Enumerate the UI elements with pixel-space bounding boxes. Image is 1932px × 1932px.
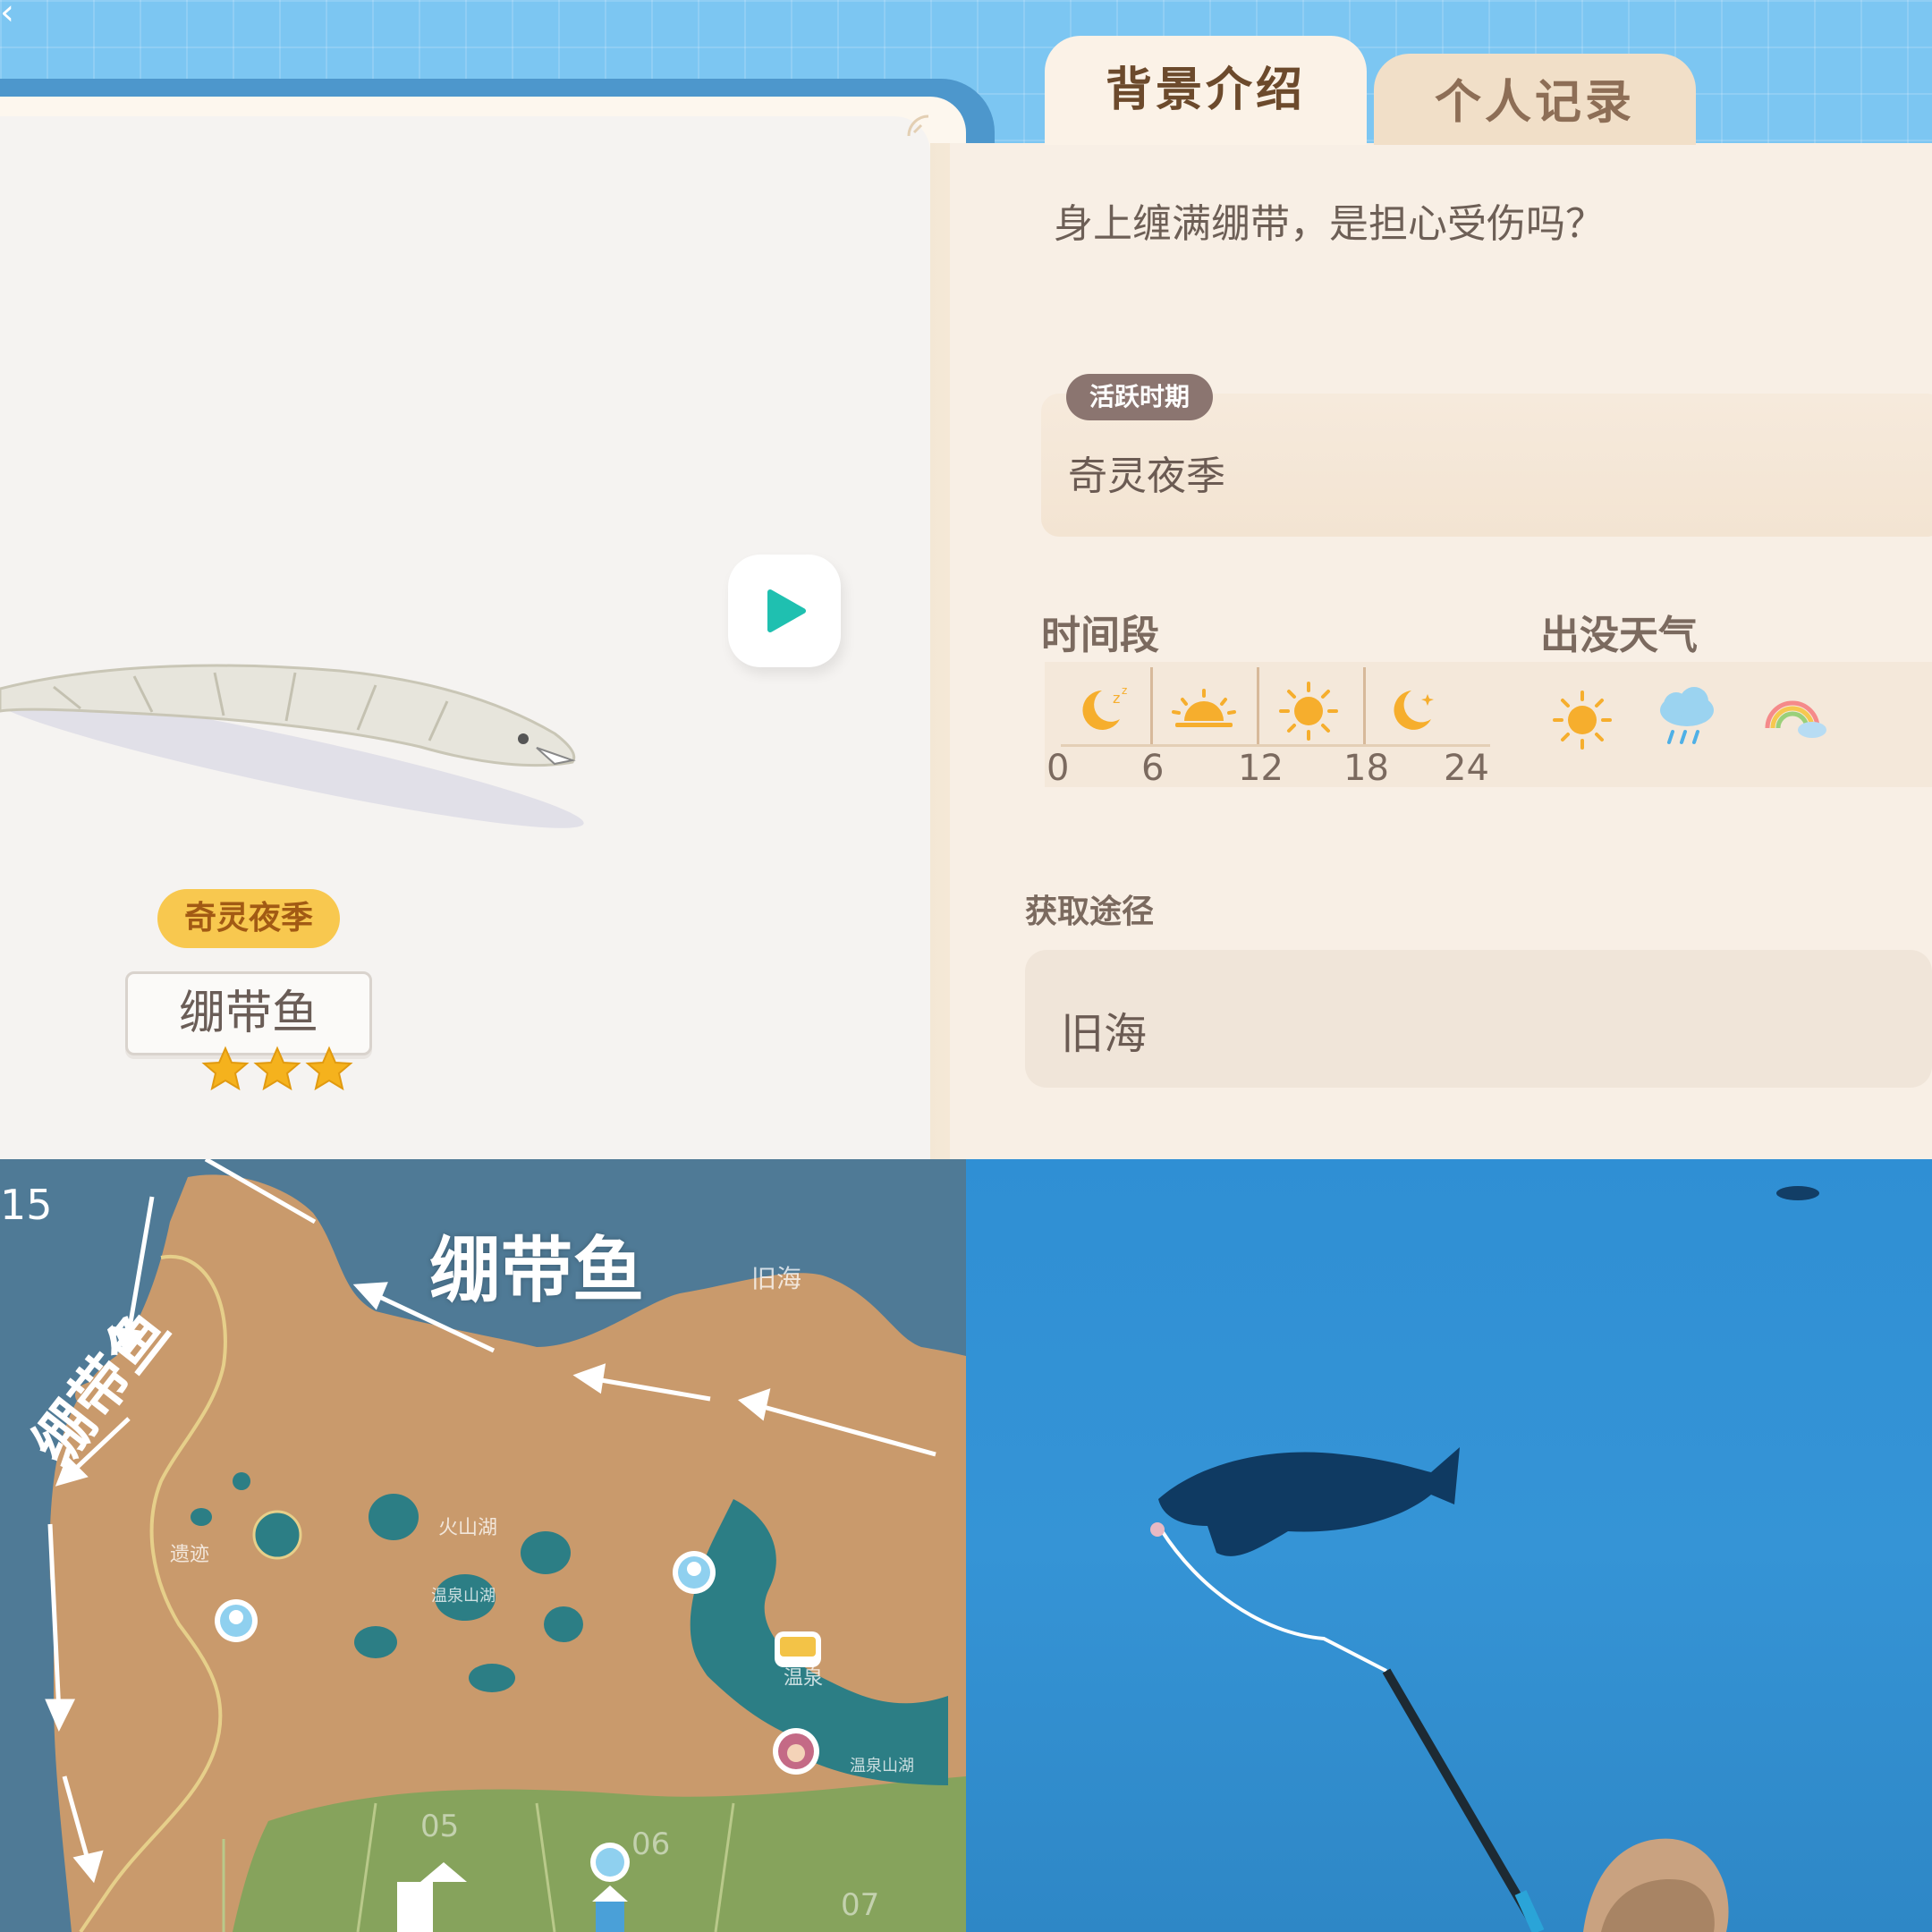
timeline-divider <box>1363 667 1366 746</box>
time-section-label: 时间段 <box>1041 613 1159 658</box>
timeline-divider <box>1150 667 1153 746</box>
map-corner-number: 15 <box>0 1181 53 1229</box>
fish-description: 身上缠满绷带，是担心受伤吗？ <box>1054 201 1605 247</box>
map-annotation-main: 绷带鱼 <box>429 1229 644 1312</box>
active-period-value: 奇灵夜季 <box>1068 453 1225 499</box>
map-area-hot-spring-lake: 温泉山湖 <box>431 1587 496 1606</box>
back-arrow-icon[interactable]: ‹ <box>0 0 25 30</box>
sunny-weather-icon <box>1553 691 1612 750</box>
acquire-value: 旧海 <box>1061 1009 1148 1059</box>
star-icon <box>201 1046 353 1091</box>
timeline-tick-6: 6 <box>1141 748 1165 789</box>
sleeping-moon-icon: z z <box>1082 684 1127 730</box>
svg-text:z: z <box>1122 684 1127 697</box>
svg-text:z: z <box>1113 690 1120 707</box>
timeline-divider <box>1257 667 1259 746</box>
play-animation-button[interactable] <box>728 555 841 667</box>
acquire-box <box>1025 950 1932 1088</box>
map-area-ruins: 遗迹 <box>170 1544 210 1566</box>
map-zone-05: 05 <box>420 1809 460 1844</box>
map-area-volcano-lake: 火山湖 <box>438 1517 498 1539</box>
sunrise-icon <box>1172 689 1236 727</box>
play-icon <box>767 589 806 632</box>
weather-section-label: 出没天气 <box>1540 613 1698 658</box>
timeline-tick-12: 12 <box>1238 748 1284 789</box>
map-area-hot-spring-lake-2: 温泉山湖 <box>850 1757 914 1775</box>
player-avatar-marker-icon <box>773 1728 819 1775</box>
timeline-tick-18: 18 <box>1343 748 1389 789</box>
timeline-tick-0: 0 <box>1046 748 1070 789</box>
acquire-label: 获取途径 <box>1025 894 1155 930</box>
rainbow-weather-icon <box>1765 700 1826 738</box>
fishing-water-scene <box>1150 1186 1819 1932</box>
rarity-stars <box>201 1046 353 1091</box>
rainy-weather-icon <box>1660 687 1714 744</box>
tab-background-intro[interactable]: 背景介绍 <box>1045 36 1367 145</box>
fishing-scene <box>966 1159 1932 1932</box>
map-screenshot: 15 绷带鱼 绷带鱼 旧海 火山湖 温泉山湖 温泉山湖 遗迹 温泉 05 06 … <box>0 1159 966 1932</box>
map-zone-06: 06 <box>631 1826 671 1862</box>
crescent-moon-icon <box>1394 691 1434 730</box>
season-tag: 奇灵夜季 <box>157 889 340 948</box>
map-area-hot-spring: 温泉 <box>784 1667 824 1690</box>
timeline-axis <box>1061 744 1490 747</box>
map-npc-marker-icon <box>215 1599 258 1642</box>
card-corner-ornament-icon <box>907 114 929 137</box>
encyclopedia-screen: ‹ 奇灵夜季 绷带鱼 背景介绍 个人记录 身上缠满绷带，是担心受伤吗？ 活跃时期… <box>0 0 1932 1159</box>
tab-personal-record[interactable]: 个人记录 <box>1374 54 1696 145</box>
map-npc-marker-icon <box>673 1551 716 1594</box>
active-period-label: 活跃时期 <box>1066 374 1214 420</box>
map-zone-07: 07 <box>841 1887 880 1923</box>
map-area-old-sea: 旧海 <box>751 1264 802 1293</box>
ribbon-fish-illustration <box>0 664 584 828</box>
timeline-tick-24: 24 <box>1444 748 1489 789</box>
sun-icon <box>1279 682 1338 741</box>
